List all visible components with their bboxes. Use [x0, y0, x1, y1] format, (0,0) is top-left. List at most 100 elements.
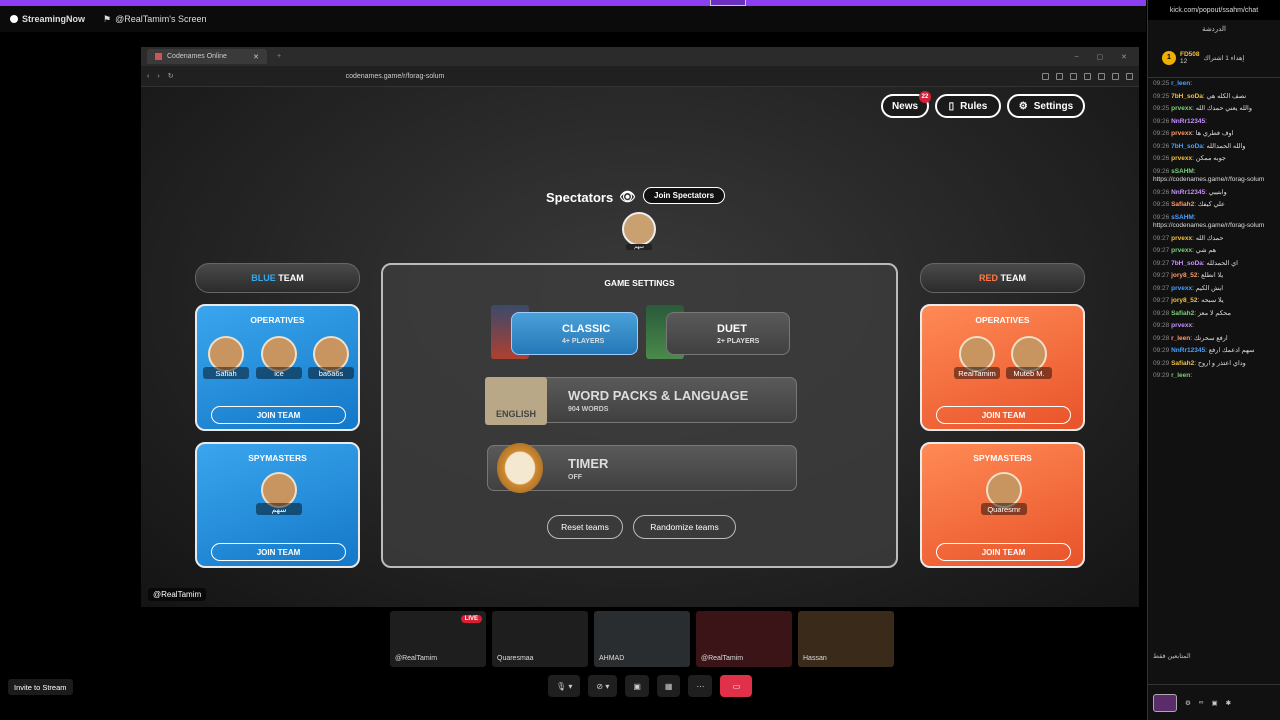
gear-icon[interactable]: ✱: [1226, 699, 1231, 707]
chat-username[interactable]: r_leen: [1171, 335, 1190, 342]
chat-username[interactable]: Safiah2: [1171, 201, 1194, 208]
infinity-icon[interactable]: ∞: [1199, 699, 1204, 706]
minimize-icon[interactable]: –: [1075, 53, 1079, 61]
participant-tile[interactable]: LIVE @RealTamim: [390, 611, 486, 667]
chat-time: 09:26: [1153, 188, 1170, 196]
microphone-button[interactable]: 🎙 ▾: [548, 675, 581, 697]
chat-username[interactable]: Safiah2: [1171, 310, 1194, 317]
chat-username[interactable]: jory8_52: [1171, 297, 1197, 304]
url-field[interactable]: codenames.game/r/forag-solum: [346, 73, 445, 80]
chat-username[interactable]: NnRr12345: [1171, 347, 1205, 354]
tab-title: Codenames Online: [167, 53, 227, 60]
forward-icon[interactable]: ›: [157, 73, 159, 80]
chat-time: 09:28: [1153, 334, 1170, 342]
browser-tabbar: Codenames Online ✕ + – ▢ ✕: [141, 47, 1139, 66]
close-tab-icon[interactable]: ✕: [253, 53, 259, 61]
red-team-header: RED TEAM: [920, 263, 1085, 293]
chat-time: 09:28: [1153, 322, 1170, 329]
language-flag: ENGLISH: [485, 377, 547, 425]
screenshot-icon[interactable]: [1070, 72, 1077, 80]
browser-tab[interactable]: Codenames Online ✕: [147, 49, 267, 64]
leave-button[interactable]: ▭: [720, 675, 753, 697]
duet-mode-button[interactable]: DUET 2+ PLAYERS: [666, 312, 790, 355]
gift-icon[interactable]: ▣: [1211, 699, 1217, 707]
close-window-icon[interactable]: ✕: [1121, 53, 1127, 61]
chat-username[interactable]: NnRr12345: [1171, 189, 1205, 196]
chat-username[interactable]: r_leen: [1171, 372, 1190, 379]
more-button[interactable]: ⋯: [688, 675, 713, 697]
join-spectators-button[interactable]: Join Spectators: [643, 187, 726, 204]
chat-message: 09:27 7bH_soDa: اي الحمدلله: [1153, 259, 1238, 267]
maximize-icon[interactable]: ▢: [1097, 53, 1104, 61]
player-name: ba6a6s: [308, 367, 354, 379]
camera-button[interactable]: ⊘ ▾: [588, 675, 618, 697]
media-icon[interactable]: [1084, 72, 1091, 80]
chat-username[interactable]: sSAHM: [1171, 168, 1194, 175]
participant-tile[interactable]: Quaresmaa: [492, 611, 588, 667]
news-button[interactable]: News 22: [881, 91, 931, 118]
reset-teams-button[interactable]: Reset teams: [547, 515, 623, 539]
participant-tile[interactable]: Hassan: [798, 611, 894, 667]
participant-tile[interactable]: @RealTamim: [696, 611, 792, 667]
wallet-icon[interactable]: [1112, 72, 1119, 80]
menu-icon[interactable]: [1126, 72, 1133, 80]
chat-username[interactable]: prvexx: [1171, 155, 1192, 162]
share-icon[interactable]: [1042, 72, 1049, 80]
blue-spymasters-title: SPYMASTERS: [248, 453, 307, 463]
chat-message: 09:26 prvexx: جوبه ممكن: [1153, 155, 1226, 162]
red-spymasters-title: SPYMASTERS: [973, 453, 1032, 463]
chat-username[interactable]: prvexx: [1171, 105, 1192, 112]
chat-username[interactable]: prvexx: [1171, 130, 1192, 137]
chat-username[interactable]: r_leen: [1171, 80, 1190, 87]
share-screen-button[interactable]: ▣: [625, 675, 649, 697]
chat-username[interactable]: 7bH_soDa: [1171, 143, 1203, 150]
classic-mode-button[interactable]: CLASSIC 4+ PLAYERS: [511, 312, 638, 355]
emote-button[interactable]: [1153, 693, 1177, 712]
chat-username[interactable]: jory8_52: [1171, 272, 1197, 279]
rules-button[interactable]: ▯ Rules: [935, 94, 1001, 118]
participant-tile[interactable]: AHMAD: [594, 611, 690, 667]
live-badge: LIVE: [460, 615, 482, 623]
timer-status: OFF: [568, 473, 582, 481]
chat-username[interactable]: 7bH_soDa: [1171, 93, 1203, 100]
chat-time: 09:26: [1153, 142, 1170, 150]
red-spymasters-join-button[interactable]: JOIN TEAM: [936, 543, 1071, 561]
chat-username[interactable]: prvexx: [1171, 322, 1192, 329]
chat-message: 09:27 prvexx: ايش الكيم: [1153, 284, 1224, 292]
settings-button[interactable]: ⚙ Settings: [1007, 94, 1085, 118]
chat-time: 09:29: [1153, 372, 1170, 379]
settings-icon[interactable]: ⚙: [1185, 699, 1191, 707]
chat-username[interactable]: prvexx: [1171, 247, 1192, 254]
invite-to-stream-button[interactable]: Invite to Stream: [8, 679, 73, 695]
blue-operatives-join-button[interactable]: JOIN TEAM: [211, 406, 346, 424]
news-badge: 22: [919, 91, 931, 103]
blue-spymasters-join-button[interactable]: JOIN TEAM: [211, 543, 346, 561]
chat-time: 09:25: [1153, 92, 1170, 100]
stopwatch-icon: [497, 443, 543, 493]
randomize-teams-button[interactable]: Randomize teams: [633, 515, 736, 539]
chat-time: 09:26: [1153, 201, 1170, 208]
chat-username[interactable]: prvexx: [1171, 235, 1192, 242]
chat-username[interactable]: Safiah2: [1171, 360, 1194, 367]
chat-username[interactable]: sSAHM: [1171, 214, 1194, 221]
chat-message: 09:25 r_leen:: [1153, 80, 1193, 87]
spectators-label: Spectators: [546, 189, 614, 205]
more-icon: ⋯: [696, 681, 705, 691]
reload-icon[interactable]: ↻: [168, 72, 174, 80]
sidebar-icon[interactable]: [1098, 72, 1105, 80]
pinned-count: 12: [1180, 57, 1188, 65]
red-spymasters-panel: SPYMASTERS Quaresmr JOIN TEAM: [920, 442, 1085, 568]
layout-button[interactable]: ▦: [656, 675, 681, 697]
chat-title: الدردشة: [1202, 26, 1226, 33]
chat-message: 09:26 NnRr12345: وابتييي: [1153, 188, 1227, 196]
chat-username[interactable]: NnRr12345: [1171, 118, 1205, 125]
chat-username[interactable]: 7bH_soDa: [1171, 260, 1203, 267]
chat-time: 09:29: [1153, 359, 1170, 367]
red-team-label: TEAM: [1000, 273, 1027, 283]
red-operatives-join-button[interactable]: JOIN TEAM: [936, 406, 1071, 424]
red-operatives-panel: OPERATIVES RealTamim Muteb M. JOIN TEAM: [920, 304, 1085, 431]
new-tab-icon[interactable]: +: [277, 53, 281, 60]
extension-icon[interactable]: [1056, 72, 1063, 80]
chat-username[interactable]: prvexx: [1171, 285, 1192, 292]
back-icon[interactable]: ‹: [147, 73, 149, 80]
